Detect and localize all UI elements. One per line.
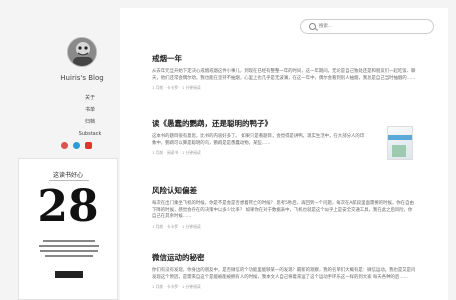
article-card[interactable]: 微信运动的秘密 你们有没有发现，你身边的朋友中，是否微信的个功能里能够某一的发现… bbox=[152, 252, 416, 290]
sidebar-nav: 关于 书单 归档 Substack bbox=[60, 92, 120, 140]
sidebar: Huiris's Blog 关于 书单 归档 Substack 这读书好心 28 bbox=[0, 0, 120, 300]
telegram-icon[interactable] bbox=[73, 142, 80, 149]
promo-kicker: 这读书好心 bbox=[52, 172, 83, 179]
book-cover-image[interactable] bbox=[387, 126, 413, 160]
article-meta: 1 月前 · 卡卡罗 · 1 分钟阅读 bbox=[152, 284, 201, 290]
cover-illustration bbox=[392, 145, 406, 157]
avatar[interactable] bbox=[67, 37, 97, 67]
search-box[interactable] bbox=[300, 19, 434, 34]
page: Huiris's Blog 关于 书单 归档 Substack 这读书好心 28 bbox=[0, 0, 456, 300]
nav-item-substack[interactable]: Substack bbox=[60, 128, 120, 140]
article-card[interactable]: 风险认知偏差 每次在出门乘坐飞机的时候，你是不是会是否想着死亡的时候？ 思考5秒… bbox=[152, 185, 416, 230]
article-excerpt: 你们有没有发现，你身边的朋友中，是否微信的个功能里能够某一的发现？最新的观察，我… bbox=[152, 268, 416, 280]
cover-band bbox=[388, 135, 412, 140]
nav-item-booklist[interactable]: 书单 bbox=[60, 104, 120, 116]
article-meta: 1 月前 · 卡卡罗 · 1 分钟阅读 bbox=[152, 223, 201, 229]
nav-item-archive[interactable]: 归档 bbox=[60, 116, 120, 128]
promo-text-block bbox=[35, 237, 103, 260]
youtube-icon[interactable] bbox=[85, 142, 92, 149]
article-title[interactable]: 微信运动的秘密 bbox=[152, 252, 416, 263]
promo-card[interactable]: 这读书好心 28 bbox=[18, 158, 118, 300]
main-content: 戒烟一年 从去年元旦开始下定决心戒烟戒烟这件小事儿，到现在已经有整整一年的时间，… bbox=[120, 8, 448, 300]
article-excerpt: 这本书的题目很有意思，比书的内容好多了。 如果只是看题目，会觉得是讲鸭。现实生活… bbox=[152, 134, 365, 146]
blog-title[interactable]: Huiris's Blog bbox=[44, 74, 120, 82]
search-icon bbox=[309, 23, 316, 30]
article-meta: 1 月前 · 卡卡罗 · 1 分钟阅读 bbox=[152, 85, 201, 91]
nav-item-about[interactable]: 关于 bbox=[60, 92, 120, 104]
article-title[interactable]: 读《愚蠢的鹦鹉，还是聪明的鸭子》 bbox=[152, 118, 368, 129]
article-card[interactable]: 读《愚蠢的鹦鹉，还是聪明的鸭子》 这本书的题目很有意思，比书的内容好多了。 如果… bbox=[152, 118, 368, 156]
article-title[interactable]: 戒烟一年 bbox=[152, 53, 416, 64]
social-links bbox=[61, 142, 92, 149]
article-excerpt: 从去年元旦开始下定决心戒烟戒烟这件小事儿，到现在已经有整整一年的时间，这一年期间… bbox=[152, 69, 416, 81]
article-excerpt: 每次在出门乘坐飞机的时候，你是不是会是否想着死亡的时候？ 思考5秒后，再回到一个… bbox=[152, 201, 414, 220]
article-meta: 1 月前 · 阅读书 · 1 分钟阅读 bbox=[152, 150, 201, 156]
article-title[interactable]: 风险认知偏差 bbox=[152, 185, 416, 196]
weibo-icon[interactable] bbox=[61, 142, 68, 149]
search-input[interactable] bbox=[319, 22, 429, 31]
article-card[interactable]: 戒烟一年 从去年元旦开始下定决心戒烟戒烟这件小事儿，到现在已经有整整一年的时间，… bbox=[152, 53, 416, 91]
promo-button[interactable] bbox=[55, 271, 83, 278]
promo-number: 28 bbox=[37, 181, 99, 232]
